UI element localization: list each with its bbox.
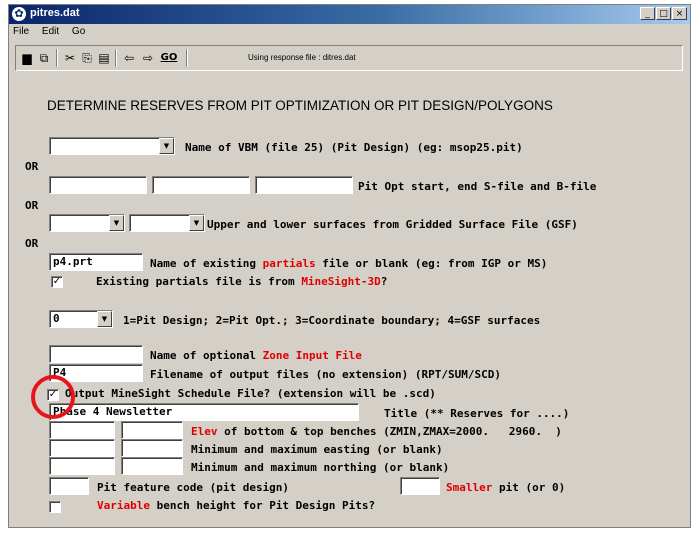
- easting-max-field[interactable]: [121, 439, 183, 457]
- easting-label: Minimum and maximum easting (or blank): [191, 443, 443, 456]
- feature-code-field[interactable]: [49, 477, 89, 495]
- title-field[interactable]: Phase 4 Newsletter: [49, 403, 359, 421]
- title-bar[interactable]: ✿ pitres.dat _ □ ×: [9, 5, 690, 24]
- save-icon[interactable]: ▆: [19, 50, 35, 66]
- smaller-pit-label: Smaller pit (or 0): [446, 481, 566, 494]
- app-icon: ✿: [12, 7, 26, 21]
- menu-edit[interactable]: Edit: [42, 24, 59, 39]
- open-icon[interactable]: ⧉: [36, 50, 52, 66]
- menu-go[interactable]: Go: [72, 24, 85, 39]
- vbm-label: Name of VBM (file 25) (Pit Design) (eg: …: [185, 141, 523, 154]
- cut-icon[interactable]: ✂: [62, 50, 78, 66]
- output-label: Filename of output files (no extension) …: [150, 368, 501, 381]
- pitopt-label: Pit Opt start, end S-file and B-file: [358, 180, 597, 193]
- paste-icon[interactable]: ▤: [96, 50, 112, 66]
- forward-arrow-icon[interactable]: ⇨: [140, 50, 156, 66]
- pitopt-bfile-field[interactable]: [255, 176, 353, 194]
- go-icon[interactable]: GO: [158, 50, 180, 66]
- menu-file[interactable]: File: [13, 24, 29, 39]
- gsf-upper-dropdown-icon[interactable]: ▼: [109, 215, 124, 231]
- elev-min-field[interactable]: [49, 421, 115, 439]
- partials-field[interactable]: p4.prt: [49, 253, 143, 271]
- zone-field[interactable]: [49, 345, 143, 363]
- close-button[interactable]: ×: [672, 7, 687, 20]
- title-label: Title (** Reserves for ....): [384, 407, 570, 420]
- or-label-1: OR: [25, 160, 39, 173]
- response-file-label: Using response file : ditres.dat: [248, 53, 356, 62]
- page-heading: DETERMINE RESERVES FROM PIT OPTIMIZATION…: [47, 98, 553, 113]
- schedule-label: Output MineSight Schedule File? (extensi…: [65, 387, 436, 400]
- or-label-2: OR: [25, 199, 39, 212]
- menu-bar: File Edit Go: [9, 24, 690, 39]
- pitopt-start-field[interactable]: [49, 176, 147, 194]
- gsf-lower-dropdown-icon[interactable]: ▼: [189, 215, 204, 231]
- vbm-dropdown-icon[interactable]: ▼: [159, 138, 174, 154]
- window-title: pitres.dat: [30, 7, 80, 19]
- toolbar: ▆ ⧉ ✂ ⎘ ▤ ⇦ ⇨ GO Using response file : d…: [15, 45, 683, 71]
- elev-max-field[interactable]: [121, 421, 183, 439]
- vbm-select[interactable]: [49, 137, 175, 155]
- elev-label: Elev of bottom & top benches (ZMIN,ZMAX=…: [191, 425, 562, 438]
- smaller-pit-field[interactable]: [400, 477, 440, 495]
- boundary-label: 1=Pit Design; 2=Pit Opt.; 3=Coordinate b…: [123, 314, 541, 327]
- feature-code-label: Pit feature code (pit design): [97, 481, 290, 494]
- back-arrow-icon[interactable]: ⇦: [121, 50, 137, 66]
- northing-max-field[interactable]: [121, 457, 183, 475]
- partials-mine-checkbox[interactable]: ✓: [51, 276, 63, 288]
- minimize-button[interactable]: _: [640, 7, 655, 20]
- pitopt-end-field[interactable]: [152, 176, 250, 194]
- partials-mine-label: Existing partials file is from MineSight…: [96, 275, 388, 288]
- variable-bench-label: Variable bench height for Pit Design Pit…: [97, 499, 376, 512]
- highlight-circle: [31, 375, 75, 419]
- app-window: ✿ pitres.dat _ □ × File Edit Go ▆ ⧉ ✂ ⎘ …: [8, 4, 691, 528]
- partials-label: Name of existing partials file or blank …: [150, 257, 548, 270]
- or-label-3: OR: [25, 237, 39, 250]
- variable-bench-checkbox[interactable]: [49, 501, 61, 513]
- easting-min-field[interactable]: [49, 439, 115, 457]
- maximize-button[interactable]: □: [656, 7, 671, 20]
- boundary-dropdown-icon[interactable]: ▼: [97, 311, 112, 327]
- zone-label: Name of optional Zone Input File: [150, 349, 362, 362]
- northing-min-field[interactable]: [49, 457, 115, 475]
- gsf-label: Upper and lower surfaces from Gridded Su…: [207, 218, 578, 231]
- copy-icon[interactable]: ⎘: [79, 50, 95, 66]
- northing-label: Minimum and maximum northing (or blank): [191, 461, 450, 474]
